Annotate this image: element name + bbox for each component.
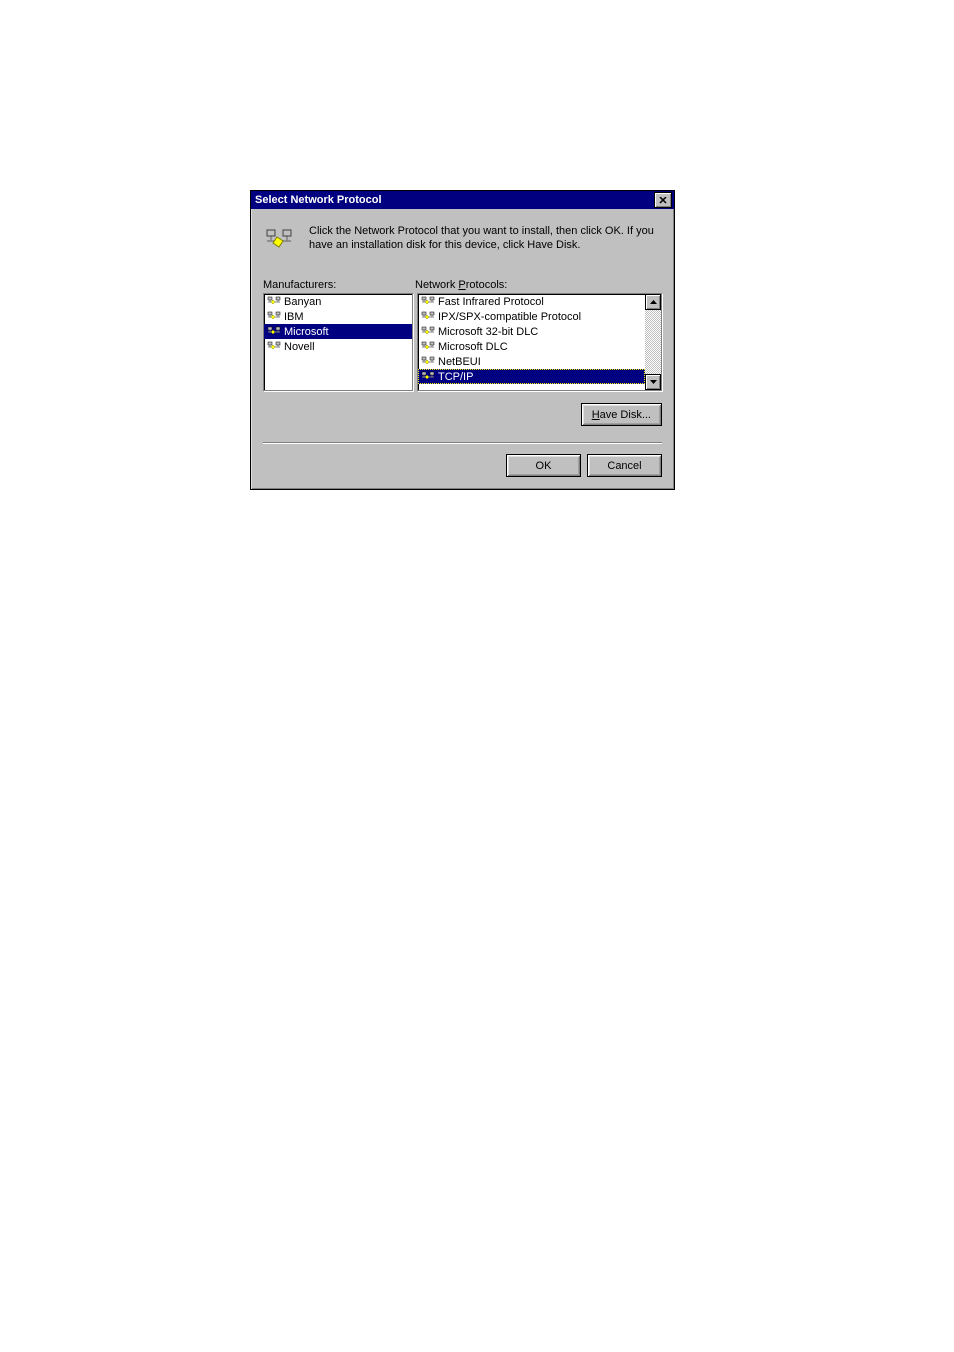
ok-button[interactable]: OK — [506, 454, 581, 477]
titlebar[interactable]: Select Network Protocol — [251, 191, 674, 209]
protocol-icon — [266, 310, 282, 324]
list-item[interactable]: Novell — [264, 339, 412, 354]
scroll-up-button[interactable] — [645, 294, 661, 310]
list-labels: Manufacturers: Network Protocols: — [263, 279, 662, 291]
dialog-buttons: OK Cancel — [263, 454, 662, 477]
protocol-large-icon — [263, 225, 295, 257]
cancel-button[interactable]: Cancel — [587, 454, 662, 477]
list-item[interactable]: IPX/SPX-compatible Protocol — [418, 309, 645, 324]
protocol-icon — [420, 355, 436, 369]
list-item[interactable]: Banyan — [264, 294, 412, 309]
intro-section: Click the Network Protocol that you want… — [263, 219, 662, 269]
protocol-icon — [420, 295, 436, 309]
list-item-label: NetBEUI — [438, 356, 481, 368]
list-item-label: Microsoft DLC — [438, 341, 508, 353]
protocol-icon — [266, 340, 282, 354]
protocol-icon — [420, 325, 436, 339]
list-item[interactable]: TCP/IP — [418, 369, 645, 384]
have-disk-row: Have Disk... — [263, 403, 662, 430]
list-item-label: IPX/SPX-compatible Protocol — [438, 311, 581, 323]
scroll-down-button[interactable] — [645, 374, 661, 390]
scroll-track[interactable] — [645, 310, 661, 374]
list-item[interactable]: NetBEUI — [418, 354, 645, 369]
list-item[interactable]: Fast Infrared Protocol — [418, 294, 645, 309]
scrollbar[interactable] — [645, 294, 661, 390]
manufacturers-label: Manufacturers: — [263, 279, 336, 291]
list-item-label: Banyan — [284, 296, 321, 308]
protocol-icon — [420, 340, 436, 354]
protocols-label: Network Protocols: — [415, 279, 507, 291]
list-item-label: Fast Infrared Protocol — [438, 296, 544, 308]
protocol-icon — [266, 325, 282, 339]
dialog-body: Click the Network Protocol that you want… — [251, 209, 674, 489]
manufacturers-listbox[interactable]: Banyan IBM Microsoft Novell — [263, 293, 413, 391]
protocols-listbox[interactable]: Fast Infrared Protocol IPX/SPX-compatibl… — [417, 293, 662, 391]
list-item-label: TCP/IP — [438, 371, 473, 383]
protocol-icon — [420, 310, 436, 324]
chevron-up-icon — [650, 300, 657, 304]
chevron-down-icon — [650, 380, 657, 384]
list-item[interactable]: Microsoft — [264, 324, 412, 339]
select-network-protocol-dialog: Select Network Protocol Click the Networ… — [250, 190, 675, 490]
protocol-icon — [420, 370, 436, 384]
protocol-icon — [266, 295, 282, 309]
have-disk-button[interactable]: Have Disk... — [581, 403, 662, 426]
close-button[interactable] — [654, 192, 672, 208]
list-item[interactable]: Microsoft 32-bit DLC — [418, 324, 645, 339]
list-item-label: Novell — [284, 341, 315, 353]
list-row: Banyan IBM Microsoft Novell — [263, 293, 662, 391]
list-item-label: Microsoft — [284, 326, 329, 338]
list-item-label: Microsoft 32-bit DLC — [438, 326, 538, 338]
separator — [263, 442, 662, 444]
dialog-title: Select Network Protocol — [255, 194, 382, 206]
list-item-label: IBM — [284, 311, 304, 323]
list-item[interactable]: IBM — [264, 309, 412, 324]
list-item[interactable]: Microsoft DLC — [418, 339, 645, 354]
intro-text: Click the Network Protocol that you want… — [309, 225, 662, 253]
close-icon — [659, 197, 667, 204]
